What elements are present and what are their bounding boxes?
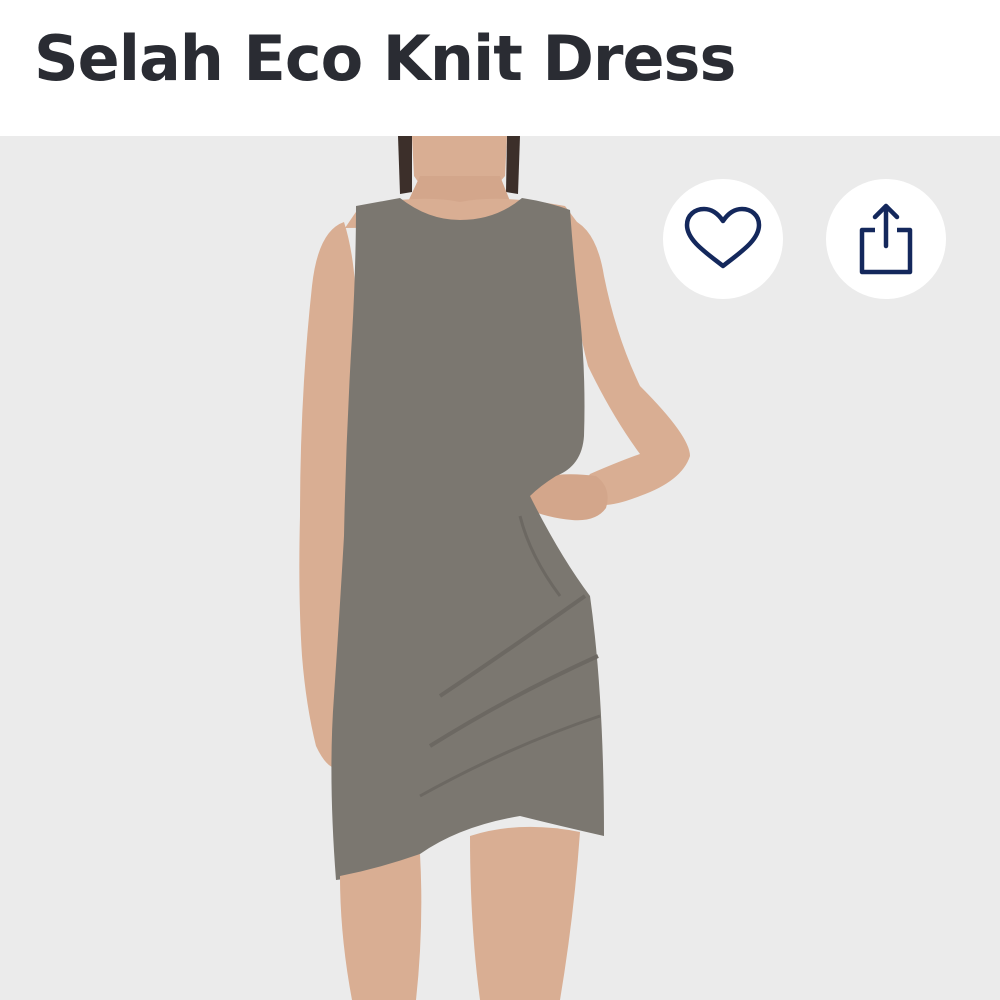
hair [506,136,520,194]
share-button[interactable] [826,179,946,299]
right-leg [470,826,580,1000]
product-header: Selah Eco Knit Dress [0,0,1000,136]
share-icon [859,203,913,275]
product-image[interactable] [0,136,1000,1000]
product-page: Selah Eco Knit Dress [0,0,1000,1000]
favorite-button[interactable] [663,179,783,299]
product-title: Selah Eco Knit Dress [34,22,736,95]
heart-icon [684,206,762,269]
dress [331,198,604,880]
left-leg [340,854,422,1000]
hair [398,136,412,194]
